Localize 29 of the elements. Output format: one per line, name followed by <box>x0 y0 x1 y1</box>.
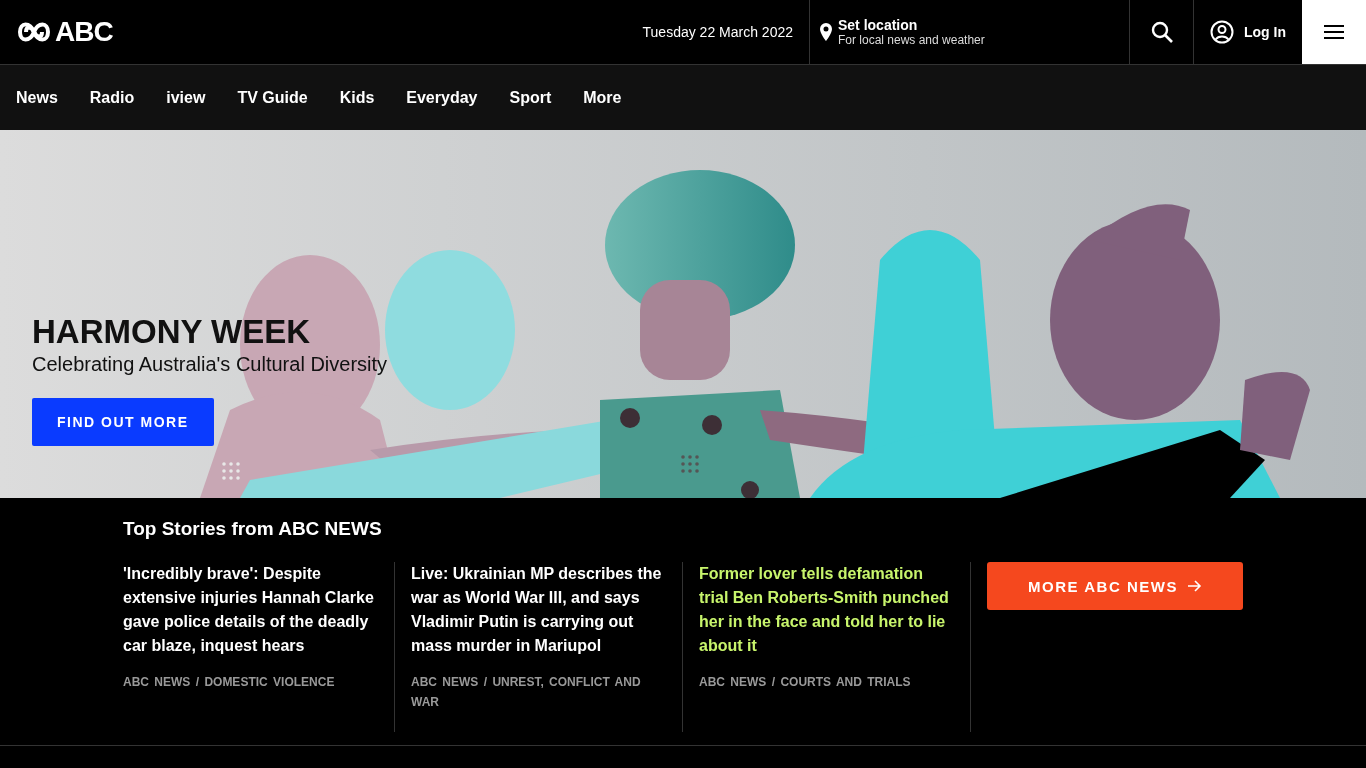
nav-link[interactable]: News <box>16 88 58 107</box>
find-out-more-button[interactable]: FIND OUT MORE <box>32 398 214 446</box>
user-icon <box>1210 20 1234 44</box>
more-abc-news-button[interactable]: MORE ABC NEWS <box>987 562 1243 610</box>
search-icon[interactable] <box>1150 21 1173 43</box>
hero-subtitle: Celebrating Australia's Cultural Diversity <box>32 353 388 376</box>
nav-link[interactable]: Kids <box>339 88 375 107</box>
log-in-button[interactable]: Log In <box>1194 0 1302 64</box>
arrow-right-icon <box>1187 580 1202 592</box>
story-headline-link[interactable]: Former lover tells defamation trial Ben Roberts-Smith punched her in the face and told her to lie about it <box>699 562 954 658</box>
logo-icon[interactable] <box>17 20 51 44</box>
location-pin-icon <box>820 23 832 41</box>
logo-text[interactable]: ABC <box>55 16 113 48</box>
section-heading: Top Stories from ABC NEWS <box>123 518 383 540</box>
story-headline-link[interactable]: 'Incredibly brave': Despite extensive injuries Hannah Clarke gave police details of the deadly car blaze, inquest hears <box>123 562 378 658</box>
story-headline-link[interactable]: Live: Ukrainian MP describes the war as World War III, and says Vladimir Putin is carrying out mass murder in Mariupol <box>411 562 666 658</box>
date-text: Tuesday 22 March 2022 <box>626 0 810 64</box>
hero-title: HARMONY WEEK <box>32 313 311 351</box>
nav-link[interactable]: Everyday <box>406 88 478 107</box>
nav-link[interactable]: Sport <box>509 88 552 107</box>
story-meta-text: ABC NEWS / COURTS AND TRIALS <box>699 674 912 691</box>
set-location-button[interactable]: Set location For local news and weather <box>810 0 1130 64</box>
nav-link[interactable]: More <box>583 88 622 107</box>
nav-link[interactable]: iview <box>166 88 206 107</box>
story-meta-text: ABC NEWS / UNREST, CONFLICT AND WAR <box>411 674 642 711</box>
story-meta-text: ABC NEWS / DOMESTIC VIOLENCE <box>123 674 336 691</box>
nav-link[interactable]: TV Guide <box>237 88 308 107</box>
menu-icon[interactable] <box>1324 24 1344 40</box>
nav-link[interactable]: Radio <box>89 88 135 107</box>
